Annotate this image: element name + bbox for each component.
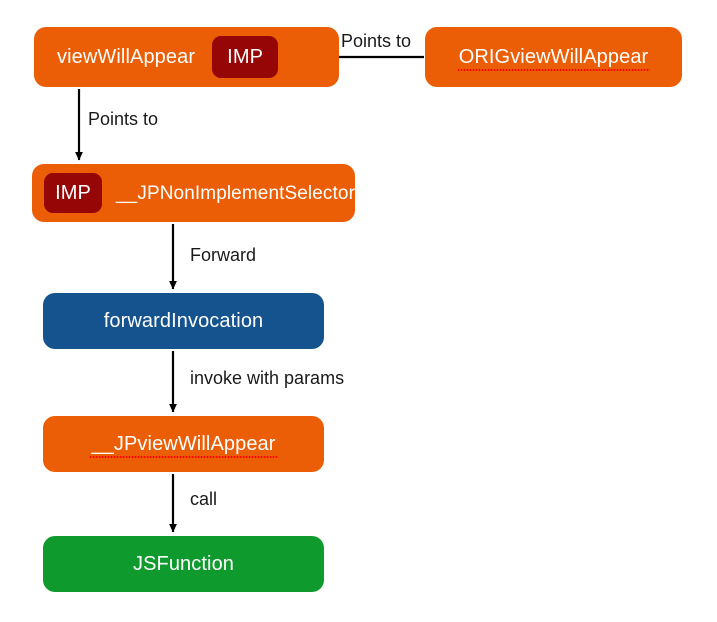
diagram-canvas: viewWillAppear IMP ORIGviewWillAppear IM… [0, 0, 717, 622]
node-jp-non-implement-selector[interactable]: IMP __JPNonImplementSelector [32, 164, 355, 222]
node-view-will-appear-label: viewWillAppear [57, 46, 196, 68]
node-view-will-appear[interactable]: viewWillAppear IMP [34, 27, 339, 87]
edge-label-call: call [190, 489, 218, 509]
imp-badge: IMP [212, 36, 279, 78]
edge-label-points-to-horizontal: Points to [341, 31, 412, 51]
edge-label-invoke-with-params: invoke with params [190, 368, 345, 388]
node-jp-view-will-appear[interactable]: __JPviewWillAppear [43, 416, 324, 472]
edge-label-forward: Forward [190, 245, 257, 265]
node-js-function-label: JSFunction [132, 553, 235, 575]
imp-badge: IMP [44, 173, 103, 213]
node-jp-non-implement-selector-label: __JPNonImplementSelector [116, 182, 355, 204]
node-orig-view-will-appear[interactable]: ORIGviewWillAppear [425, 27, 682, 87]
node-orig-view-will-appear-label: ORIGviewWillAppear [456, 46, 650, 71]
node-js-function[interactable]: JSFunction [43, 536, 324, 592]
edge-label-points-to-vertical: Points to [88, 109, 159, 129]
node-forward-invocation-label: forwardInvocation [103, 310, 264, 332]
node-forward-invocation[interactable]: forwardInvocation [43, 293, 324, 349]
node-jp-view-will-appear-label: __JPviewWillAppear [89, 433, 278, 458]
